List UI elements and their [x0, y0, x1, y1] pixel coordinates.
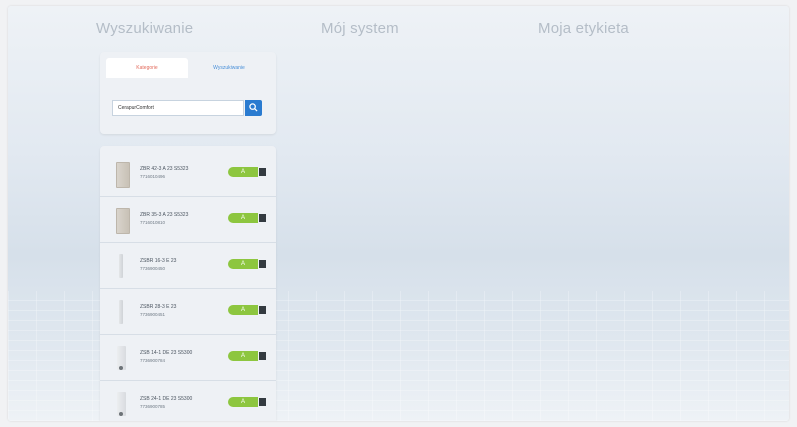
list-item[interactable]: ZBR 35-3 A 23 S5323 7716010810 A [100, 198, 276, 243]
energy-label-tail [259, 352, 266, 360]
product-model: ZSB 14-1 DE 23 S5300 [140, 350, 193, 356]
product-thumbnail [116, 208, 130, 234]
search-panel: Kategorie Wyszukiwanie [100, 52, 276, 134]
product-model: ZSBR 16-3 E 23 [140, 258, 177, 264]
list-item[interactable]: ZSBR 28-3 E 23 7736900451 A [100, 290, 276, 335]
energy-label-badge: A [228, 167, 258, 177]
energy-label-badge: A [228, 397, 258, 407]
product-thumbnail [116, 162, 130, 188]
product-model: ZBR 42-3 A 23 S5323 [140, 166, 189, 172]
energy-label-badge: A [228, 259, 258, 269]
search-button[interactable] [245, 100, 262, 116]
search-icon [249, 103, 258, 112]
product-sku: 7736900451 [140, 312, 166, 317]
energy-label-badge: A [228, 351, 258, 361]
tab-search[interactable]: Wyszukiwanie [188, 58, 270, 78]
list-item[interactable]: ZSB 24-1 DE 23 S5300 7736900785 A [100, 382, 276, 421]
energy-label-tail [259, 214, 266, 222]
energy-label-tail [259, 398, 266, 406]
product-thumbnail-detail [119, 412, 123, 416]
product-sku: 7736900784 [140, 358, 166, 363]
product-model: ZSB 24-1 DE 23 S5300 [140, 396, 193, 402]
energy-label-tail [259, 260, 266, 268]
product-sku: 7736900785 [140, 404, 166, 409]
product-thumbnail [119, 300, 123, 324]
nav-item-search[interactable]: Wyszukiwanie [96, 20, 193, 37]
list-item[interactable]: ZSBR 16-3 E 23 7736900450 A [100, 244, 276, 289]
list-item[interactable]: ZBR 42-3 A 23 S5323 7716010496 A [100, 152, 276, 197]
search-row [112, 100, 262, 118]
product-sku: 7716010810 [140, 220, 166, 225]
product-thumbnail-detail [119, 366, 123, 370]
energy-label-badge: A [228, 213, 258, 223]
nav-item-my-label[interactable]: Moja etykieta [538, 20, 629, 37]
top-nav: Wyszukiwanie Mój system Moja etykieta [8, 20, 789, 42]
search-input[interactable] [112, 100, 244, 116]
energy-label-badge: A [228, 305, 258, 315]
energy-label-tail [259, 168, 266, 176]
app-frame: Wyszukiwanie Mój system Moja etykieta Ka… [8, 6, 789, 421]
product-thumbnail [119, 254, 123, 278]
product-sku: 7736900450 [140, 266, 166, 271]
search-tabs: Kategorie Wyszukiwanie [106, 58, 270, 78]
tab-categories[interactable]: Kategorie [106, 58, 188, 78]
product-sku: 7716010496 [140, 174, 166, 179]
energy-label-tail [259, 306, 266, 314]
nav-item-my-system[interactable]: Mój system [321, 20, 399, 37]
results-list: ZBR 42-3 A 23 S5323 7716010496 A ZBR 35-3 A… [100, 146, 276, 421]
product-model: ZSBR 28-3 E 23 [140, 304, 177, 310]
list-item[interactable]: ZSB 14-1 DE 23 S5300 7736900784 A [100, 336, 276, 381]
product-model: ZBR 35-3 A 23 S5323 [140, 212, 189, 218]
